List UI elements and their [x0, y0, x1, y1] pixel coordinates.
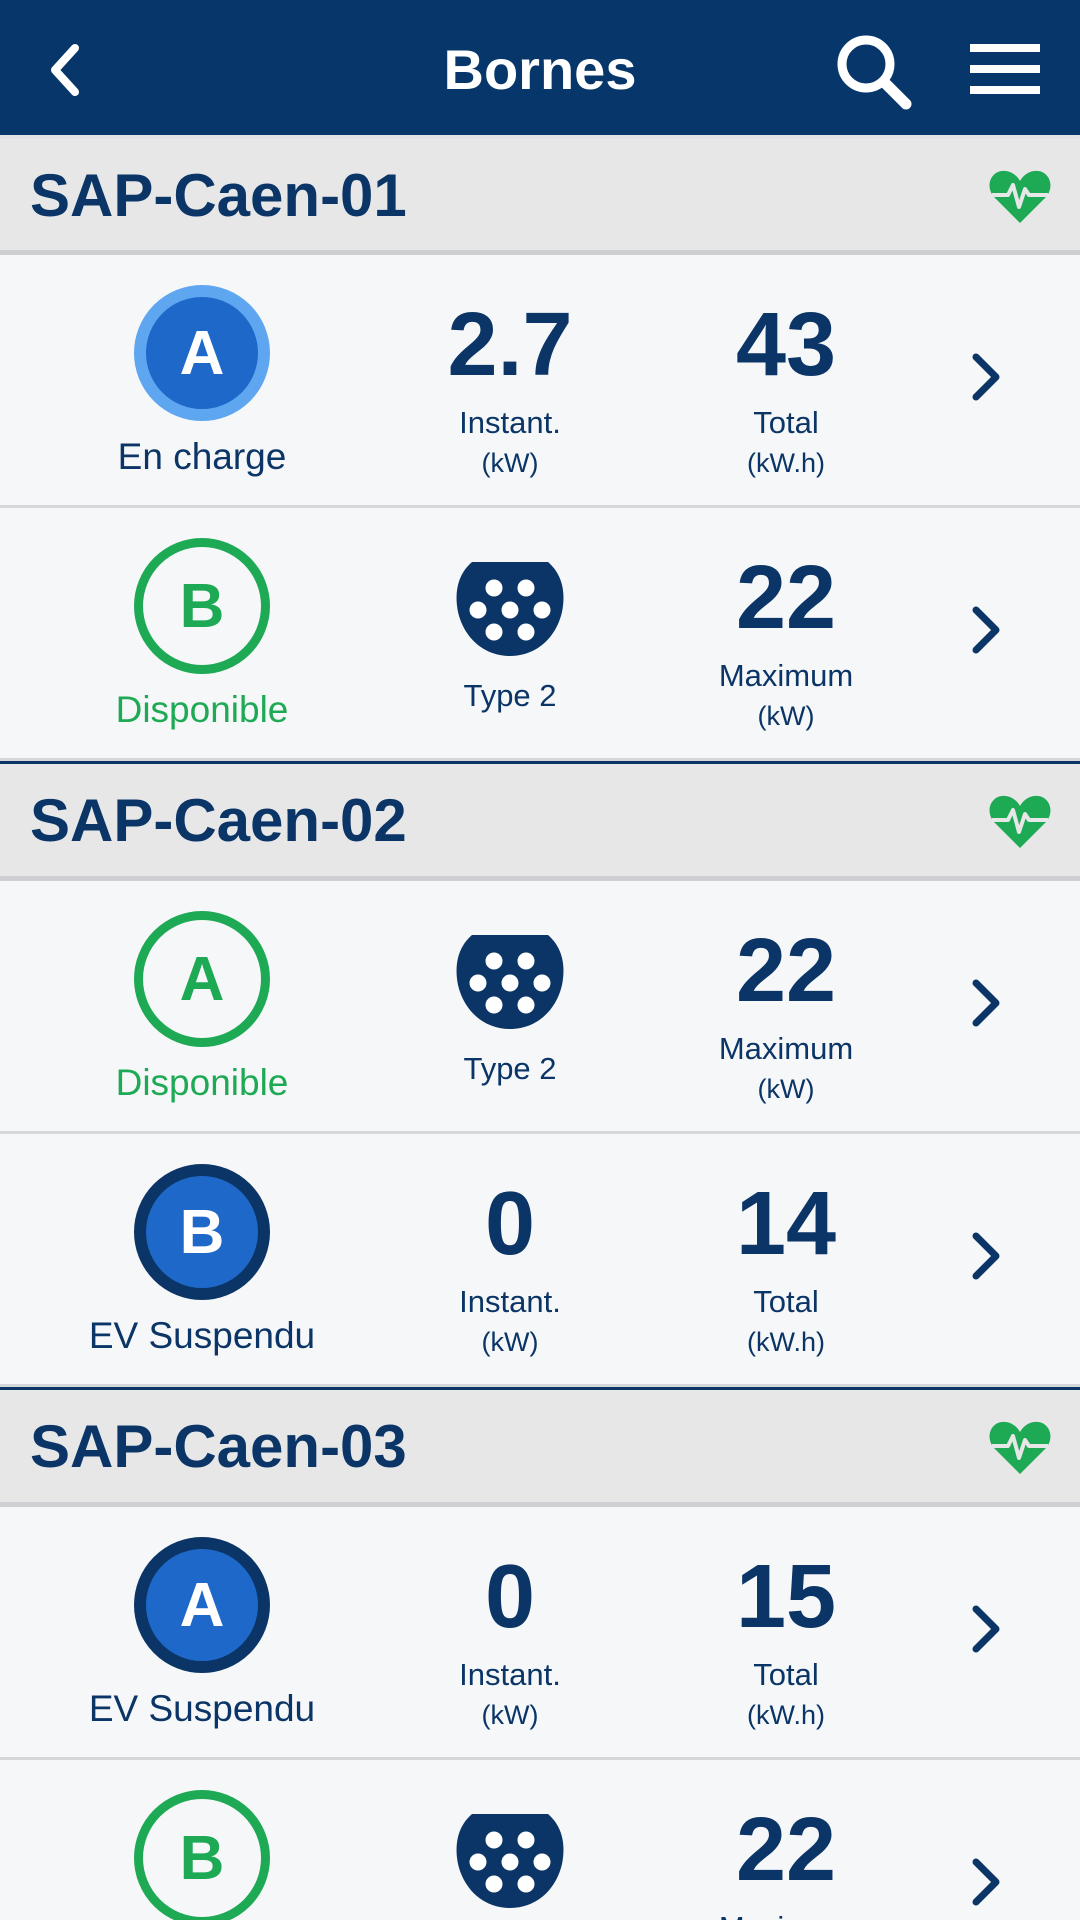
metric-value: 0 [484, 1547, 536, 1647]
metric-unit: (kW.h) [747, 1700, 825, 1730]
station-list: SAP-Caen-01 A En charge 2.7 Instant. (kW… [0, 135, 1080, 1920]
connector-status: A En charge [62, 255, 342, 505]
metric-label: Maximum [718, 1031, 854, 1066]
metric-label: Maximum [666, 1910, 906, 1920]
status-label: Disponible [115, 1062, 289, 1103]
metric-value: 22 [735, 1800, 837, 1900]
connector-row[interactable]: A EV Suspendu 0 Instant. (kW) 15 Total (… [0, 1507, 1080, 1760]
metric-label: Total [753, 1657, 819, 1692]
station-header: SAP-Caen-02 [0, 761, 1080, 881]
metric-unit: (kW) [481, 1327, 539, 1357]
metric-label: Instant. [459, 405, 561, 440]
metric-label: Total [753, 405, 819, 440]
menu-button[interactable] [960, 30, 1050, 110]
connector-badge: A [134, 285, 270, 421]
total-energy: 14 Total (kW.h) [666, 1134, 906, 1384]
connector-badge: B [134, 1790, 270, 1920]
status-label: En charge [117, 436, 287, 477]
type2-plug-icon [456, 935, 564, 1029]
connector-row[interactable]: B Disponible Type 2 22 Maximum (kW) [0, 508, 1080, 761]
instant-power: 2.7 Instant. (kW) [390, 255, 630, 505]
chevron-right-icon[interactable] [968, 347, 1004, 407]
metric-label: Maximum [718, 658, 854, 693]
metric-unit: (kW) [757, 701, 815, 731]
heartbeat-icon [989, 1421, 1051, 1474]
metric-label: Total [753, 1284, 819, 1319]
connector-row[interactable]: A Disponible Type 2 22 Maximum (kW) [0, 881, 1080, 1134]
station-header: SAP-Caen-01 [0, 135, 1080, 255]
status-label: Disponible [115, 689, 289, 730]
connector-status: A EV Suspendu [62, 1507, 342, 1757]
metric-unit: (kW) [481, 1700, 539, 1730]
plug-type: Type 2 [390, 508, 630, 758]
plug-label: Type 2 [463, 1051, 557, 1086]
max-power: 22 Maximum (kW) [666, 508, 906, 758]
metric-label: Instant. [459, 1657, 561, 1692]
station-name: SAP-Caen-02 [30, 787, 407, 854]
metric-label: Instant. [459, 1284, 561, 1319]
metric-value: 15 [735, 1547, 837, 1647]
plug-type: Type 2 [390, 881, 630, 1131]
connector-status: B EV Suspendu [62, 1134, 342, 1384]
metric-unit: (kW) [757, 1074, 815, 1104]
station-name: SAP-Caen-03 [30, 1413, 407, 1480]
metric-value: 0 [484, 1174, 536, 1274]
top-app-bar: Bornes [0, 0, 1080, 135]
connector-status: B [62, 1760, 342, 1920]
connector-badge: A [134, 1537, 270, 1673]
connector-status: B Disponible [62, 508, 342, 758]
hamburger-menu-icon [970, 44, 1040, 94]
instant-power: 0 Instant. (kW) [390, 1134, 630, 1384]
heartbeat-icon [989, 170, 1051, 223]
search-button[interactable] [830, 28, 920, 118]
chevron-right-icon[interactable] [968, 1599, 1004, 1659]
connector-status: A Disponible [62, 881, 342, 1131]
search-icon [837, 35, 912, 110]
plug-type [390, 1760, 630, 1920]
metric-value: 2.7 [447, 295, 573, 395]
status-label: EV Suspendu [88, 1688, 316, 1729]
metric-unit: (kW.h) [747, 1327, 825, 1357]
max-power: 22 Maximum (kW) [666, 881, 906, 1131]
metric-value: 22 [735, 921, 837, 1021]
metric-unit: (kW) [481, 448, 539, 478]
plug-label: Type 2 [463, 678, 557, 713]
type2-plug-icon [456, 1814, 564, 1908]
chevron-right-icon[interactable] [968, 973, 1004, 1033]
station-header: SAP-Caen-03 [0, 1387, 1080, 1507]
connector-badge: B [134, 1164, 270, 1300]
connector-badge: A [134, 911, 270, 1047]
connector-row[interactable]: B EV Suspendu 0 Instant. (kW) 14 Total (… [0, 1134, 1080, 1387]
instant-power: 0 Instant. (kW) [390, 1507, 630, 1757]
metric-value: 22 [735, 548, 837, 648]
connector-badge: B [134, 538, 270, 674]
heartbeat-icon [989, 795, 1051, 848]
metric-value: 14 [735, 1174, 837, 1274]
chevron-right-icon[interactable] [968, 600, 1004, 660]
station-name: SAP-Caen-01 [30, 162, 407, 229]
metric-value: 43 [735, 295, 837, 395]
total-energy: 43 Total (kW.h) [666, 255, 906, 505]
total-energy: 15 Total (kW.h) [666, 1507, 906, 1757]
chevron-right-icon[interactable] [968, 1226, 1004, 1286]
chevron-right-icon[interactable] [968, 1852, 1004, 1912]
connector-row[interactable]: B 22 Maximum [0, 1760, 1080, 1920]
connector-row[interactable]: A En charge 2.7 Instant. (kW) 43 Total (… [0, 255, 1080, 508]
metric-unit: (kW.h) [747, 448, 825, 478]
max-power: 22 Maximum [666, 1760, 906, 1920]
type2-plug-icon [456, 562, 564, 656]
status-label: EV Suspendu [88, 1315, 316, 1356]
